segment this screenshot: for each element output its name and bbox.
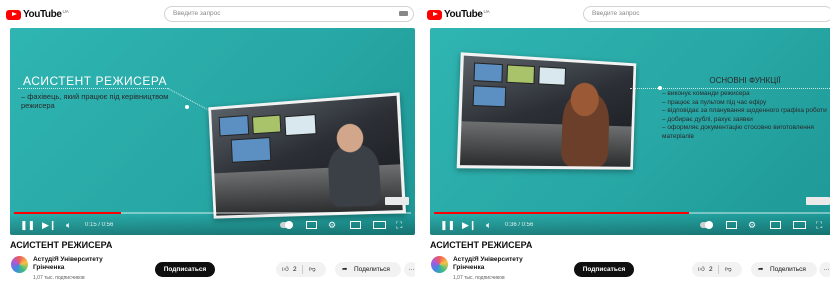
video-title: АСИСТЕНТ РЕЖИСЕРА bbox=[10, 240, 112, 250]
gear-icon[interactable]: ⚙︎ bbox=[328, 220, 336, 230]
channel-avatar[interactable] bbox=[431, 256, 448, 273]
player-controls: ❚❚ ▶❙ 🔈︎ 0:36 / 0:56 ⚙︎ ⛶ bbox=[430, 215, 830, 235]
time-display: 0:36 / 0:56 bbox=[505, 222, 533, 228]
youtube-play-icon bbox=[427, 10, 442, 20]
subtitles-icon[interactable] bbox=[306, 221, 317, 229]
thumbs-up-icon[interactable]: 👍︎ bbox=[282, 262, 289, 277]
thumbs-up-icon[interactable]: 👍︎ bbox=[698, 262, 705, 277]
list-item: – оформляє документацію стосовно виготов… bbox=[662, 124, 830, 141]
monitor bbox=[219, 115, 249, 136]
subtitles-icon[interactable] bbox=[726, 221, 737, 229]
monitor bbox=[473, 85, 507, 107]
miniplayer-icon[interactable] bbox=[350, 221, 361, 229]
more-icon[interactable]: ··· bbox=[819, 262, 830, 277]
decorative-node bbox=[185, 105, 189, 109]
autoplay-toggle[interactable] bbox=[280, 222, 293, 228]
monitor bbox=[252, 115, 281, 135]
theater-icon[interactable] bbox=[793, 221, 806, 229]
next-icon[interactable]: ▶❙ bbox=[42, 220, 56, 230]
search-placeholder: Введите запрос bbox=[592, 10, 640, 17]
decorative-line bbox=[18, 88, 168, 89]
subscriber-count: 1,07 тыс. подписчиков bbox=[453, 275, 505, 281]
slide-title: АСИСТЕНТ РЕЖИСЕРА bbox=[23, 74, 167, 88]
volume-icon[interactable]: 🔈︎ bbox=[66, 220, 71, 230]
studio-photo bbox=[457, 52, 637, 169]
divider bbox=[718, 265, 719, 274]
channel-name[interactable]: АстудіЯ Університету Грінченка bbox=[453, 256, 548, 272]
masthead: YouTube UA Введите запрос bbox=[421, 0, 830, 30]
progress-bar[interactable] bbox=[434, 212, 830, 214]
channel-watermark[interactable] bbox=[806, 197, 830, 205]
channel-avatar[interactable] bbox=[11, 256, 28, 273]
player-controls: ❚❚ ▶❙ 🔈︎ 0:15 / 0:56 ⚙︎ ⛶ bbox=[10, 215, 415, 235]
autoplay-toggle[interactable] bbox=[700, 222, 713, 228]
youtube-logo[interactable]: YouTube UA bbox=[6, 9, 69, 20]
youtube-play-icon bbox=[6, 10, 21, 20]
like-count: 2 bbox=[709, 262, 713, 277]
miniplayer-icon[interactable] bbox=[770, 221, 781, 229]
search-input[interactable]: Введите запрос bbox=[164, 6, 414, 22]
masthead: YouTube UA Введите запрос bbox=[0, 0, 415, 30]
search-placeholder: Введите запрос bbox=[173, 10, 221, 17]
monitor bbox=[473, 62, 503, 82]
thumbs-down-icon[interactable]: 👎︎ bbox=[725, 262, 732, 277]
like-dislike-group: 👍︎ 2 👎︎ bbox=[692, 262, 742, 277]
studio-photo bbox=[208, 92, 406, 218]
thumbs-down-icon[interactable]: 👎︎ bbox=[309, 262, 316, 277]
operator bbox=[327, 144, 381, 208]
volume-icon[interactable]: 🔈︎ bbox=[486, 220, 491, 230]
monitor bbox=[506, 64, 535, 84]
video-player[interactable]: ОСНОВНІ ФУНКЦІЇ – виконує команди режисе… bbox=[430, 28, 830, 235]
next-icon[interactable]: ▶❙ bbox=[462, 220, 476, 230]
slide-description: – фахівець, який працює під керівництвом… bbox=[21, 92, 171, 110]
logo-text: YouTube bbox=[444, 9, 483, 20]
divider bbox=[302, 265, 303, 274]
list-item: – виконує команди режисера bbox=[662, 90, 830, 99]
youtube-logo[interactable]: YouTube UA bbox=[427, 9, 490, 20]
subscriber-count: 1,07 тыс. подписчиков bbox=[33, 275, 85, 281]
video-player[interactable]: АСИСТЕНТ РЕЖИСЕРА – фахівець, який працю… bbox=[10, 28, 415, 235]
channel-watermark[interactable] bbox=[385, 197, 409, 205]
progress-fill bbox=[14, 212, 121, 214]
video-title: АСИСТЕНТ РЕЖИСЕРА bbox=[430, 240, 532, 250]
progress-fill bbox=[434, 212, 689, 214]
like-count: 2 bbox=[293, 262, 297, 277]
share-icon: ➦ bbox=[342, 262, 347, 277]
channel-name[interactable]: АстудіЯ Університету Грінченка bbox=[33, 256, 128, 272]
list-item: – відповідає за планування щоденного гра… bbox=[662, 107, 830, 116]
list-item: – добирає дублі, рахує заявки bbox=[662, 116, 830, 125]
monitor bbox=[284, 114, 316, 136]
share-icon: ➦ bbox=[758, 262, 763, 277]
pause-icon[interactable]: ❚❚ bbox=[20, 220, 35, 230]
video-page-left: YouTube UA Введите запрос АСИСТЕНТ РЕЖИС… bbox=[0, 0, 415, 283]
subscribe-button[interactable]: Подписаться bbox=[155, 262, 215, 277]
functions-list: – виконує команди режисера – працює за п… bbox=[662, 90, 830, 141]
theater-icon[interactable] bbox=[373, 221, 386, 229]
share-button[interactable]: ➦ Поделиться bbox=[335, 262, 401, 277]
video-page-right: YouTube UA Введите запрос ОСНОВНІ ФУНКЦІ… bbox=[421, 0, 830, 283]
logo-text: YouTube bbox=[23, 9, 62, 20]
fullscreen-icon[interactable]: ⛶ bbox=[816, 220, 822, 230]
logo-region: UA bbox=[63, 9, 69, 14]
search-input[interactable]: Введите запрос bbox=[583, 6, 830, 22]
decorative-line bbox=[630, 88, 660, 89]
like-dislike-group: 👍︎ 2 👎︎ bbox=[276, 262, 326, 277]
share-button[interactable]: ➦ Поделиться bbox=[751, 262, 817, 277]
more-icon[interactable]: ··· bbox=[404, 262, 415, 277]
progress-bar[interactable] bbox=[14, 212, 411, 214]
monitor bbox=[231, 137, 271, 163]
time-display: 0:15 / 0:56 bbox=[85, 222, 113, 228]
logo-region: UA bbox=[484, 9, 490, 14]
share-label: Поделиться bbox=[770, 262, 806, 277]
subscribe-button[interactable]: Подписаться bbox=[574, 262, 634, 277]
decorative-line bbox=[660, 88, 830, 89]
pause-icon[interactable]: ❚❚ bbox=[440, 220, 455, 230]
fullscreen-icon[interactable]: ⛶ bbox=[396, 220, 402, 230]
monitor bbox=[538, 66, 566, 85]
keyboard-icon[interactable] bbox=[399, 11, 408, 16]
gear-icon[interactable]: ⚙︎ bbox=[748, 220, 756, 230]
share-label: Поделиться bbox=[354, 262, 390, 277]
list-item: – працює за пультом під час ефіру bbox=[662, 99, 830, 108]
slide-title: ОСНОВНІ ФУНКЦІЇ bbox=[680, 76, 810, 85]
